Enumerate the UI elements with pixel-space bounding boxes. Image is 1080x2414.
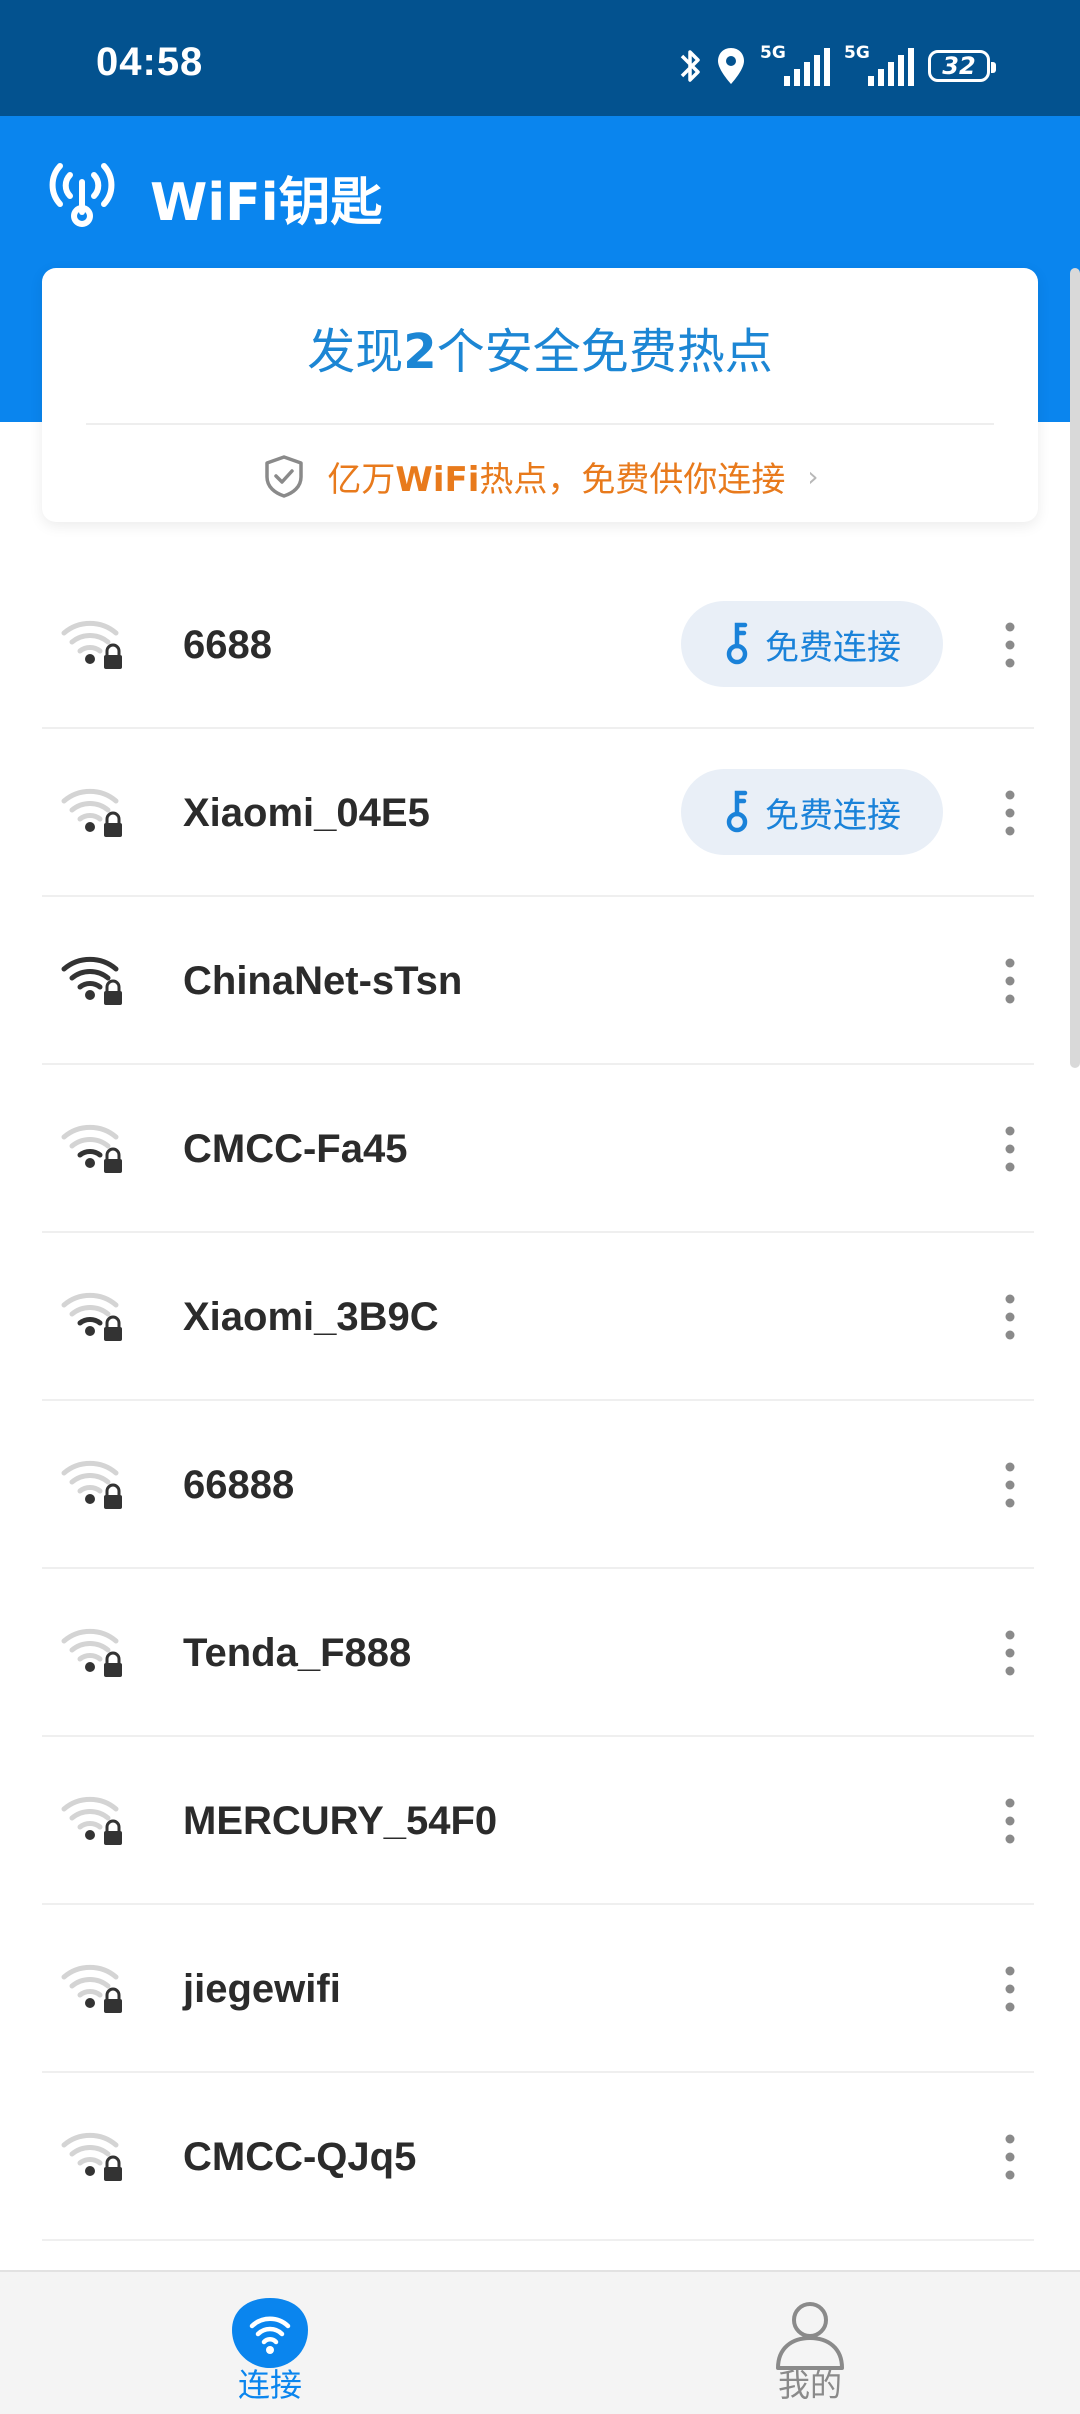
- wifi-lock-icon: [61, 620, 122, 669]
- app-title: WiFi钥匙: [150, 173, 383, 233]
- hotspot-count-title: 发现2个安全免费热点: [42, 312, 1038, 382]
- hotspot-count: 2: [403, 324, 437, 380]
- wifi-lock-icon: [61, 1124, 122, 1173]
- more-vertical-icon[interactable]: [990, 787, 1030, 839]
- promo-text: 亿万WiFi热点，免费供你连接: [327, 459, 786, 500]
- wifi-list: 6688 免费连接 Xiaomi_04E5 免费连接 ChinaNet-sTsn CMCC…: [0, 561, 1080, 2241]
- wifi-lock-icon: [61, 2132, 122, 2181]
- wifi-lock-icon: [61, 1964, 122, 2013]
- free-connect-button[interactable]: 免费连接: [681, 601, 943, 687]
- more-vertical-icon[interactable]: [990, 1291, 1030, 1343]
- more-vertical-icon[interactable]: [990, 1627, 1030, 1679]
- tab-mine-label: 我的: [777, 2366, 842, 2404]
- signal-icon: 5G: [844, 43, 914, 86]
- bluetooth-icon: [680, 50, 700, 82]
- wifi-ssid: Tenda_F888: [183, 1631, 412, 1675]
- wifi-lock-icon: [61, 1796, 122, 1845]
- status-bar: 04:58 5G 5G 32: [0, 0, 1080, 116]
- tab-connect[interactable]: 连接: [0, 2272, 540, 2414]
- more-vertical-icon[interactable]: [990, 955, 1030, 1007]
- wifi-row[interactable]: MERCURY_54F0: [0, 1737, 1080, 1905]
- hotspot-summary-card: 发现2个安全免费热点 亿万WiFi热点，免费供你连接 ›: [42, 268, 1038, 522]
- wifi-lock-icon: [61, 788, 122, 837]
- more-vertical-icon[interactable]: [990, 619, 1030, 671]
- battery-level: 32: [942, 52, 976, 80]
- wifi-signal-tower-icon: [49, 163, 115, 227]
- status-icons: 5G 5G 32: [678, 43, 996, 88]
- title-suffix: 个安全免费热点: [436, 324, 773, 380]
- wifi-lock-icon: [61, 956, 122, 1005]
- wifi-ssid: 66888: [183, 1463, 295, 1507]
- wifi-row[interactable]: Xiaomi_3B9C: [0, 1233, 1080, 1401]
- shield-check-icon: [265, 455, 304, 498]
- bottom-navigation: 连接 我的: [0, 2270, 1080, 2414]
- title-prefix: 发现: [307, 324, 404, 380]
- tab-mine[interactable]: 我的: [540, 2272, 1080, 2414]
- wifi-lock-icon: [61, 1460, 122, 1509]
- tab-connect-label: 连接: [237, 2366, 302, 2404]
- wifi-lock-icon: [61, 1628, 122, 1677]
- wifi-row[interactable]: ChinaNet-sTsn: [0, 897, 1080, 1065]
- status-time: 04:58: [96, 40, 204, 84]
- more-vertical-icon[interactable]: [990, 2131, 1030, 2183]
- more-vertical-icon[interactable]: [990, 1459, 1030, 1511]
- free-connect-label: 免费连接: [765, 627, 901, 668]
- wifi-lock-icon: [61, 1292, 122, 1341]
- more-vertical-icon[interactable]: [990, 1795, 1030, 1847]
- more-vertical-icon[interactable]: [990, 1963, 1030, 2015]
- wifi-row[interactable]: Tenda_F888: [0, 1569, 1080, 1737]
- free-connect-label: 免费连接: [765, 795, 901, 836]
- signal-icon: 5G: [760, 43, 830, 86]
- network-type-label: 5G: [844, 43, 870, 63]
- row-divider: [42, 2239, 1034, 2241]
- wifi-row[interactable]: Xiaomi_04E5 免费连接: [0, 729, 1080, 897]
- wifi-ssid: CMCC-QJq5: [183, 2135, 417, 2179]
- network-type-label: 5G: [760, 43, 786, 63]
- wifi-ssid: MERCURY_54F0: [183, 1799, 498, 1843]
- wifi-ssid: Xiaomi_3B9C: [183, 1295, 439, 1339]
- key-icon: [726, 790, 748, 833]
- wifi-ssid: CMCC-Fa45: [183, 1127, 408, 1171]
- more-vertical-icon[interactable]: [990, 1123, 1030, 1175]
- card-divider: [86, 423, 994, 425]
- wifi-ssid: jiegewifi: [183, 1967, 341, 2011]
- wifi-row[interactable]: CMCC-QJq5: [0, 2073, 1080, 2241]
- wifi-row[interactable]: 6688 免费连接: [0, 561, 1080, 729]
- free-connect-button[interactable]: 免费连接: [681, 769, 943, 855]
- key-icon: [726, 622, 748, 665]
- chevron-right-icon: ›: [807, 459, 819, 493]
- wifi-ssid: 6688: [183, 623, 272, 667]
- location-icon: [718, 48, 744, 84]
- wifi-row[interactable]: jiegewifi: [0, 1905, 1080, 2073]
- battery-icon: 32: [928, 50, 996, 82]
- wifi-row[interactable]: CMCC-Fa45: [0, 1065, 1080, 1233]
- wifi-ssid: Xiaomi_04E5: [183, 791, 430, 835]
- promo-link[interactable]: 亿万WiFi热点，免费供你连接 ›: [42, 448, 1038, 504]
- wifi-row[interactable]: 66888: [0, 1401, 1080, 1569]
- wifi-ssid: ChinaNet-sTsn: [183, 959, 463, 1003]
